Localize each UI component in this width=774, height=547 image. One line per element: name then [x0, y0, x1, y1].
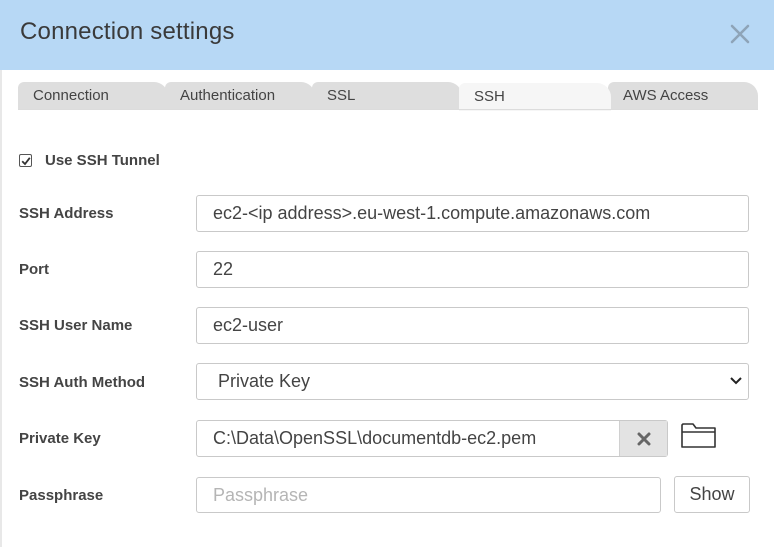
ssh-user-name-label: SSH User Name [19, 317, 133, 334]
tab-label: AWS Access [623, 87, 709, 104]
ssh-auth-method-label: SSH Auth Method [19, 374, 146, 391]
tab-ssh[interactable]: SSH [459, 83, 611, 111]
ssh-address-input[interactable] [196, 195, 749, 232]
tab-label: SSL [327, 87, 356, 104]
checkmark-icon [21, 157, 31, 166]
clear-icon [637, 432, 651, 446]
port-input[interactable] [196, 251, 749, 288]
tab-label: Authentication [180, 87, 276, 104]
ssh-auth-method-select[interactable]: Private Key [196, 363, 749, 400]
tab-connection[interactable]: Connection [18, 82, 168, 110]
dialog-titlebar: Connection settings [0, 0, 774, 70]
tab-label: SSH [474, 88, 505, 105]
use-ssh-tunnel-checkbox[interactable] [19, 154, 32, 167]
tab-divider [18, 109, 758, 110]
close-icon[interactable] [727, 21, 753, 47]
chevron-down-icon [730, 377, 742, 385]
ssh-user-name-input[interactable] [196, 307, 749, 344]
dialog-left-border [0, 70, 2, 547]
show-passphrase-button[interactable]: Show [674, 476, 750, 513]
tab-authentication[interactable]: Authentication [165, 82, 315, 110]
tab-label: Connection [33, 87, 109, 104]
passphrase-input[interactable] [196, 477, 661, 513]
tab-ssl[interactable]: SSL [312, 82, 462, 110]
clear-private-key-button[interactable] [619, 421, 667, 456]
tab-strip: Connection Authentication SSL AWS Access… [18, 82, 758, 111]
ssh-auth-method-value: Private Key [218, 371, 311, 391]
passphrase-label: Passphrase [19, 487, 104, 504]
private-key-field [196, 420, 668, 457]
connection-settings-dialog: Connection settings Connection Authentic… [0, 0, 774, 547]
tab-aws-access[interactable]: AWS Access [608, 82, 758, 110]
ssh-address-label: SSH Address [19, 205, 114, 222]
dialog-title: Connection settings [20, 18, 235, 45]
private-key-input[interactable] [197, 421, 619, 456]
private-key-label: Private Key [19, 430, 101, 447]
port-label: Port [19, 261, 49, 278]
use-ssh-tunnel-label: Use SSH Tunnel [45, 152, 160, 169]
folder-icon[interactable] [680, 421, 718, 449]
